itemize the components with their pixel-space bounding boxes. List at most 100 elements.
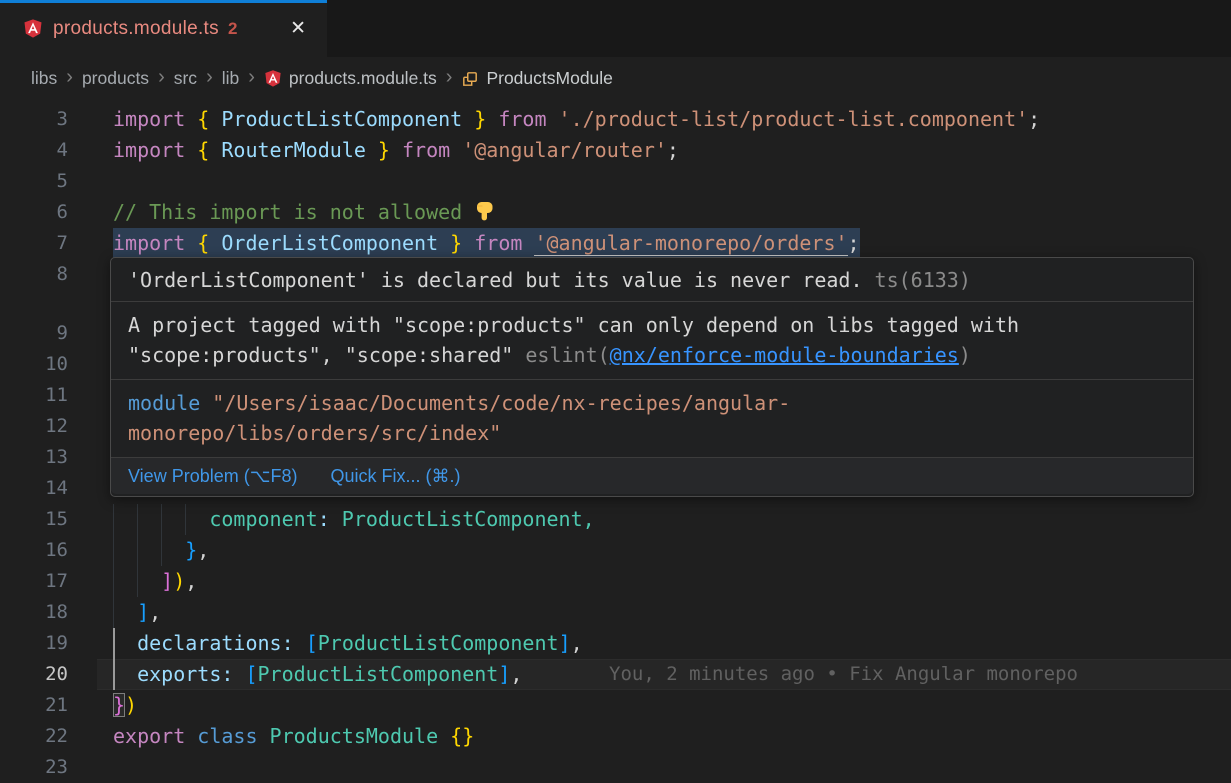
tab-title: products.module.ts xyxy=(53,18,219,40)
line-number: 20 xyxy=(0,659,68,690)
line-number: 12 xyxy=(0,411,68,442)
angular-icon xyxy=(23,18,43,39)
popup-text: monorepo/libs/orders/src/index" xyxy=(128,421,501,445)
tab-products-module[interactable]: products.module.ts 2 ✕ xyxy=(0,0,327,57)
line-number: 9 xyxy=(0,318,68,349)
code-token: , xyxy=(149,600,161,624)
popup-section-module-path: module "/Users/isaac/Documents/code/nx-r… xyxy=(111,380,1193,458)
code-token: , xyxy=(197,538,209,562)
hover-popup-actions: View Problem (⌥F8) Quick Fix... (⌘.) xyxy=(111,458,1193,494)
breadcrumb-item-productsmodule[interactable]: ProductsModule xyxy=(461,68,612,89)
code-token: } xyxy=(474,107,486,131)
code-line-22[interactable]: 22export class ProductsModule {} xyxy=(0,721,1231,752)
code-token: ; xyxy=(848,231,860,255)
code-token: { xyxy=(197,138,209,162)
code-line-18[interactable]: 18 ], xyxy=(0,597,1231,628)
code-token: ) xyxy=(125,693,137,717)
code-token xyxy=(113,631,137,655)
breadcrumb-item-libs[interactable]: libs xyxy=(31,68,57,89)
code-token: [ xyxy=(306,631,318,655)
code-line-text: import { ProductListComponent } from './… xyxy=(113,104,1040,135)
pointing-down-emoji xyxy=(474,200,495,224)
code-line-16[interactable]: 16 }, xyxy=(0,535,1231,566)
code-token: [ xyxy=(245,662,257,686)
line-number: 17 xyxy=(0,566,68,597)
code-token xyxy=(113,507,209,531)
code-token: ProductListComponent xyxy=(209,107,474,131)
code-line-4[interactable]: 4import { RouterModule } from '@angular/… xyxy=(0,135,1231,166)
code-token: class xyxy=(197,724,269,748)
code-line-17[interactable]: 17 ]), xyxy=(0,566,1231,597)
code-token: , xyxy=(510,662,522,686)
code-token: exports: xyxy=(137,662,233,686)
popup-text-row: A project tagged with "scope:products" c… xyxy=(128,310,1193,340)
code-token: from xyxy=(390,138,462,162)
class-icon xyxy=(461,70,479,88)
line-number: 16 xyxy=(0,535,68,566)
code-token: ; xyxy=(667,138,679,162)
breadcrumb-item-products[interactable]: products xyxy=(82,68,149,89)
eslint-rule-link[interactable]: @nx/enforce-module-boundaries xyxy=(610,343,959,367)
code-token: ProductsModule xyxy=(270,724,451,748)
code-token: component xyxy=(209,507,317,531)
code-token: '@angular-monorepo/orders' xyxy=(534,231,847,256)
code-token: {} xyxy=(450,724,474,748)
line-number: 8 xyxy=(0,259,68,290)
popup-text: ts(6133) xyxy=(863,268,971,292)
code-token: ; xyxy=(1028,107,1040,131)
code-token xyxy=(113,662,137,686)
tab-problems-badge: 2 xyxy=(228,19,237,39)
code-token: { xyxy=(197,231,209,255)
popup-text: 'OrderListComponent' is declared but its… xyxy=(128,268,863,292)
code-line-21[interactable]: 21}) xyxy=(0,690,1231,721)
code-token: ) xyxy=(173,569,185,593)
quick-fix-button[interactable]: Quick Fix... (⌘.) xyxy=(330,466,460,487)
breadcrumb-separator: › xyxy=(206,66,213,89)
popup-text: "/Users/isaac/Documents/code/nx-recipes/… xyxy=(200,391,790,415)
breadcrumb-separator: › xyxy=(248,66,255,89)
code-line-text: export class ProductsModule {} xyxy=(113,721,474,752)
breadcrumb-item-products-module-ts[interactable]: products.module.ts xyxy=(264,68,437,89)
code-line-23[interactable]: 23 xyxy=(0,752,1231,783)
popup-section-ts-error: 'OrderListComponent' is declared but its… xyxy=(111,258,1193,302)
code-token: ] xyxy=(137,600,149,624)
code-token: RouterModule xyxy=(209,138,378,162)
code-line-7[interactable]: 7import { OrderListComponent } from '@an… xyxy=(0,228,1231,259)
code-token: OrderListComponent xyxy=(209,231,450,255)
code-line-20[interactable]: 20 exports: [ProductListComponent],You, … xyxy=(0,659,1231,690)
breadcrumb-item-src[interactable]: src xyxy=(174,68,197,89)
code-line-5[interactable]: 5 xyxy=(0,166,1231,197)
line-number: 5 xyxy=(0,166,68,197)
code-line-6[interactable]: 6// This import is not allowed xyxy=(0,197,1231,228)
close-icon[interactable]: ✕ xyxy=(290,19,306,38)
line-number: 23 xyxy=(0,752,68,783)
code-token: import xyxy=(113,231,197,255)
popup-text: eslint( xyxy=(525,343,609,367)
code-token: '@angular/router' xyxy=(462,138,667,162)
view-problem-button[interactable]: View Problem (⌥F8) xyxy=(128,466,297,487)
popup-text: module xyxy=(128,391,200,415)
code-token: { xyxy=(197,107,209,131)
popup-text-row: 'OrderListComponent' is declared but its… xyxy=(128,258,1193,302)
popup-text-row: module "/Users/isaac/Documents/code/nx-r… xyxy=(128,388,1193,418)
code-token: declarations: xyxy=(137,631,294,655)
popup-text: A project tagged with "scope:products" c… xyxy=(128,313,1019,337)
hover-popup-sections: 'OrderListComponent' is declared but its… xyxy=(111,258,1193,458)
breadcrumb-item-lib[interactable]: lib xyxy=(222,68,240,89)
code-token: import xyxy=(113,107,197,131)
code-line-3[interactable]: 3 import { ProductListComponent } from '.… xyxy=(0,104,1231,135)
popup-section-eslint-error: A project tagged with "scope:products" c… xyxy=(111,302,1193,380)
code-line-text: ], xyxy=(113,597,161,628)
code-line-15[interactable]: 15 component: ProductListComponent, xyxy=(0,504,1231,535)
popup-text: ) xyxy=(959,343,971,367)
code-token: ProductListComponent xyxy=(342,507,583,531)
breadcrumb-label: products xyxy=(82,68,149,89)
line-number: 6 xyxy=(0,197,68,228)
code-token xyxy=(113,569,161,593)
code-token: './product-list/product-list.component' xyxy=(559,107,1029,131)
angular-icon xyxy=(264,69,282,88)
line-number: 3 xyxy=(0,104,68,135)
code-line-19[interactable]: 19 declarations: [ProductListComponent], xyxy=(0,628,1231,659)
code-token: } xyxy=(185,538,197,562)
popup-text: "scope:products", "scope:shared" xyxy=(128,343,525,367)
